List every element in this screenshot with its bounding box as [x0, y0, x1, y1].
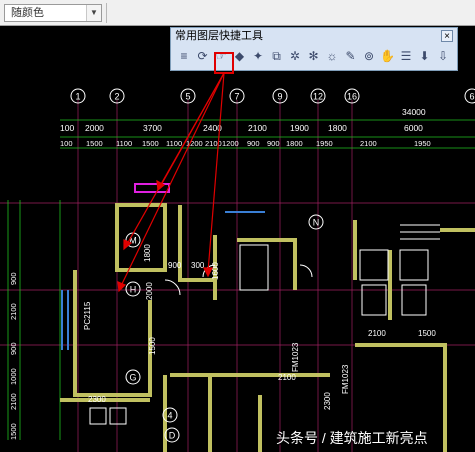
- axis-label: 2: [114, 92, 119, 102]
- pointer-arrows: [117, 72, 225, 293]
- dim-label: 1200: [222, 139, 239, 148]
- layer-brush-icon[interactable]: ✎: [342, 45, 360, 67]
- dim-label: 1100: [116, 139, 132, 148]
- layer-merge-icon[interactable]: ⬇: [416, 45, 434, 67]
- dim-label: 2000: [85, 123, 104, 133]
- dim-label: 2100: [9, 303, 18, 320]
- dim-label: 2100: [9, 393, 18, 410]
- annotation-text: 300: [191, 261, 205, 270]
- annotation-text: 1800: [143, 244, 152, 262]
- room-label: N: [313, 218, 320, 228]
- layer-export-icon[interactable]: ⇩: [434, 45, 452, 67]
- layer-hand2-icon[interactable]: ✋: [379, 45, 397, 67]
- dim-label: 1950: [316, 139, 333, 148]
- dim-label: 100: [60, 139, 73, 148]
- dim-label: 3700: [143, 123, 162, 133]
- room-label: D: [169, 431, 176, 441]
- dim-label: 1500: [9, 423, 18, 440]
- annotation-text: 1500: [418, 329, 436, 338]
- dim-label: 1500: [86, 139, 103, 148]
- bulb-on-icon[interactable]: ✦: [249, 45, 267, 67]
- layer-list-icon[interactable]: ☰: [397, 45, 415, 67]
- annotation-text: 2000: [145, 282, 154, 300]
- layer-refresh-icon[interactable]: ⟳: [194, 45, 212, 67]
- annotation-text: 2100: [368, 329, 386, 338]
- dim-label: 2100: [248, 123, 267, 133]
- annotation-text: 2300: [88, 395, 106, 404]
- color-select-value: 随颜色: [11, 7, 44, 19]
- chevron-down-icon[interactable]: ▼: [86, 5, 101, 21]
- axis-label: 16: [347, 92, 357, 102]
- layer-lock-icon[interactable]: ⊚: [360, 45, 378, 67]
- dim-label: 900: [9, 342, 18, 355]
- toolbar-title: 常用图层快捷工具: [175, 30, 263, 42]
- dim-label: 900: [247, 139, 260, 148]
- dim-label: 1100: [166, 139, 182, 148]
- dim-label: 1800: [328, 123, 347, 133]
- sun-icon[interactable]: ☼: [323, 45, 341, 67]
- top-toolbar: 随颜色 ▼: [0, 0, 475, 26]
- dim-overall: 34000: [402, 107, 426, 117]
- axis-label: 5: [185, 92, 190, 102]
- dim-label: 1800: [286, 139, 303, 148]
- annotation-text: 2100: [278, 373, 296, 382]
- layer-stack-icon[interactable]: ≡: [175, 45, 193, 67]
- dim-label: 900: [267, 139, 280, 148]
- layer-gear-alt-icon[interactable]: ✻: [305, 45, 323, 67]
- close-icon[interactable]: ×: [441, 30, 453, 42]
- axis-label: 1: [75, 92, 80, 102]
- watermark: 头条号 / 建筑施工新亮点: [276, 430, 428, 446]
- layer-copy-icon[interactable]: ⧉: [268, 45, 286, 67]
- dim-label: 1000: [9, 368, 18, 385]
- annotation-text: 1500: [148, 337, 157, 355]
- axis-label: 6: [469, 92, 474, 102]
- axis-label: 9: [277, 92, 282, 102]
- annotation-text: FM1023: [291, 342, 300, 372]
- walls: [60, 203, 475, 452]
- dim-label: 1950: [414, 139, 431, 148]
- room-label: G: [129, 373, 136, 383]
- dim-label: 1500: [142, 139, 159, 148]
- annotation-text: 1600: [211, 262, 220, 280]
- dim-label: 1900: [290, 123, 309, 133]
- dim-label: 100: [60, 123, 74, 133]
- axis-label: 4: [167, 411, 172, 421]
- dim-label: 6000: [404, 123, 423, 133]
- axis-label: 12: [313, 92, 323, 102]
- highlight-box: [214, 52, 234, 74]
- room-label: H: [130, 285, 137, 295]
- color-select[interactable]: 随颜色 ▼: [4, 4, 102, 22]
- cad-drawing-canvas[interactable]: 34000 100 2000 3700 2400 2100 1900 1800 6000 10…: [0, 26, 475, 452]
- toolbar-divider: [106, 3, 107, 23]
- dim-label: 900: [9, 272, 18, 285]
- annotation-text: 2300: [323, 392, 332, 410]
- annotation-text: PC2115: [83, 301, 92, 330]
- layer-gear-icon[interactable]: ✲: [286, 45, 304, 67]
- annotation-text: 900: [168, 261, 182, 270]
- annotation-text: FM1023: [341, 364, 350, 394]
- dim-label: 2100: [360, 139, 377, 148]
- axis-label: 7: [234, 92, 239, 102]
